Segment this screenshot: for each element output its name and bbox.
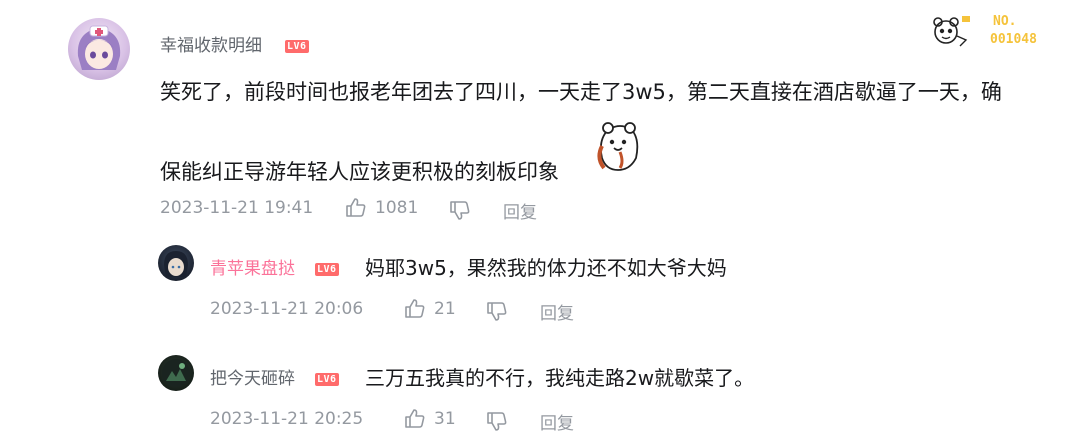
reply-button[interactable]: 回复 — [540, 299, 574, 324]
level-badge: LV6 — [315, 263, 339, 276]
bear-badge-icon — [932, 12, 998, 52]
reply-timestamp: 2023-11-21 20:06 — [210, 299, 364, 319]
thumb-down-icon[interactable] — [485, 409, 509, 433]
avatar-reply-1[interactable] — [158, 245, 194, 281]
reply-button[interactable]: 回复 — [503, 198, 537, 223]
like-count: 1081 — [375, 198, 419, 218]
comment-timestamp: 2023-11-21 19:41 — [160, 198, 314, 218]
comment-text-line2: 保能纠正导游年轻人应该更积极的刻板印象 — [160, 160, 559, 184]
reply-text: 三万五我真的不行，我纯走路2w就歇菜了。 — [365, 366, 755, 390]
avatar-reply-2[interactable] — [158, 355, 194, 391]
comment-text-line1: 笑死了，前段时间也报老年团去了四川，一天走了3w5，第二天直接在酒店歇逼了一天，… — [160, 80, 1002, 104]
badge-number: 001048 — [990, 32, 1037, 47]
thumb-up-icon[interactable] — [403, 297, 427, 321]
level-badge: LV6 — [285, 40, 309, 53]
reply-username[interactable]: 把今天砸碎 — [210, 364, 295, 389]
thumb-down-icon[interactable] — [485, 299, 509, 323]
thumb-up-icon[interactable] — [403, 407, 427, 431]
reply-username[interactable]: 青苹果盘挞 — [210, 254, 295, 279]
like-count: 31 — [434, 409, 456, 429]
avatar-main[interactable] — [68, 18, 130, 80]
comment-username[interactable]: 幸福收款明细 — [160, 31, 262, 56]
like-count: 21 — [434, 299, 456, 319]
bear-sticker-icon — [594, 118, 642, 174]
reply-button[interactable]: 回复 — [540, 409, 574, 434]
thumb-up-icon[interactable] — [344, 196, 368, 220]
reply-timestamp: 2023-11-21 20:25 — [210, 409, 364, 429]
thumb-down-icon[interactable] — [448, 198, 472, 222]
badge-label: NO. — [993, 14, 1017, 29]
reply-text: 妈耶3w5，果然我的体力还不如大爷大妈 — [365, 256, 727, 280]
level-badge: LV6 — [315, 373, 339, 386]
